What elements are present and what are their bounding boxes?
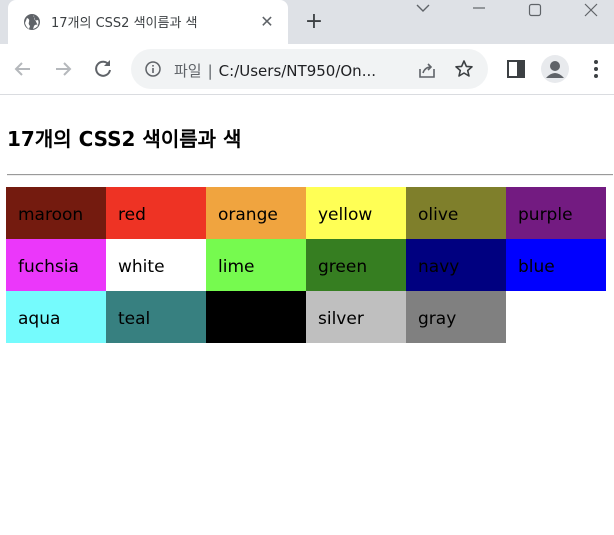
close-tab-icon[interactable]: ✕ xyxy=(258,13,276,31)
tab-search-button[interactable] xyxy=(396,0,452,20)
address-separator: | xyxy=(207,62,213,80)
color-swatch: teal xyxy=(106,291,206,343)
color-swatch: white xyxy=(106,239,206,291)
page-title: 17개의 CSS2 색이름과 색 xyxy=(7,127,242,151)
forward-button[interactable] xyxy=(50,56,76,82)
browser-tab[interactable]: 17개의 CSS2 색이름과 색 ✕ xyxy=(8,0,288,44)
person-icon xyxy=(546,61,564,78)
address-url: C:/Users/NT950/On... xyxy=(218,62,376,80)
color-swatch: green xyxy=(306,239,406,291)
color-swatch: blue xyxy=(506,239,606,291)
reload-icon xyxy=(95,60,111,77)
address-text[interactable]: 파일 | C:/Users/NT950/On... xyxy=(174,60,376,81)
color-swatch: silver xyxy=(306,291,406,343)
horizontal-rule xyxy=(7,174,613,176)
new-tab-button[interactable]: + xyxy=(301,9,327,35)
close-icon xyxy=(584,3,598,17)
color-swatch: orange xyxy=(206,187,306,239)
maximize-button[interactable] xyxy=(508,0,564,20)
star-icon[interactable] xyxy=(454,59,474,79)
globe-icon xyxy=(24,14,40,30)
color-swatch: lime xyxy=(206,239,306,291)
info-icon[interactable] xyxy=(145,61,161,77)
minimize-icon xyxy=(473,7,485,9)
color-swatch: gray xyxy=(406,291,506,343)
close-window-button[interactable] xyxy=(564,0,614,20)
address-scheme: 파일 xyxy=(174,62,202,80)
table-row: maroon red orange yellow olive purple xyxy=(6,187,606,239)
color-swatch: navy xyxy=(406,239,506,291)
color-swatch: maroon xyxy=(6,187,106,239)
color-swatch: fuchsia xyxy=(6,239,106,291)
color-swatch: red xyxy=(106,187,206,239)
share-icon[interactable] xyxy=(417,60,437,80)
tab-strip: 17개의 CSS2 색이름과 색 ✕ + xyxy=(0,0,614,44)
profile-avatar[interactable] xyxy=(541,55,569,83)
more-vert-icon[interactable] xyxy=(586,58,606,80)
minimize-button[interactable] xyxy=(452,0,508,20)
chevron-down-icon xyxy=(416,4,430,12)
arrow-left-icon xyxy=(14,62,30,76)
color-table: maroon red orange yellow olive purple fu… xyxy=(6,187,606,343)
color-swatch: purple xyxy=(506,187,606,239)
back-button[interactable] xyxy=(10,56,36,82)
maximize-icon xyxy=(528,3,542,17)
color-swatch xyxy=(206,291,306,343)
address-bar[interactable]: 파일 | C:/Users/NT950/On... xyxy=(131,49,488,89)
table-row: fuchsia white lime green navy blue xyxy=(6,239,606,291)
arrow-right-icon xyxy=(56,62,72,76)
reload-button[interactable] xyxy=(90,56,116,82)
page-content: 17개의 CSS2 색이름과 색 maroon red orange yello… xyxy=(0,96,614,535)
color-swatch: aqua xyxy=(6,291,106,343)
tab-title: 17개의 CSS2 색이름과 색 xyxy=(51,16,198,31)
color-swatch: olive xyxy=(406,187,506,239)
side-panel-icon[interactable] xyxy=(506,59,526,79)
color-swatch: yellow xyxy=(306,187,406,239)
table-row: aqua teal silver gray xyxy=(6,291,606,343)
